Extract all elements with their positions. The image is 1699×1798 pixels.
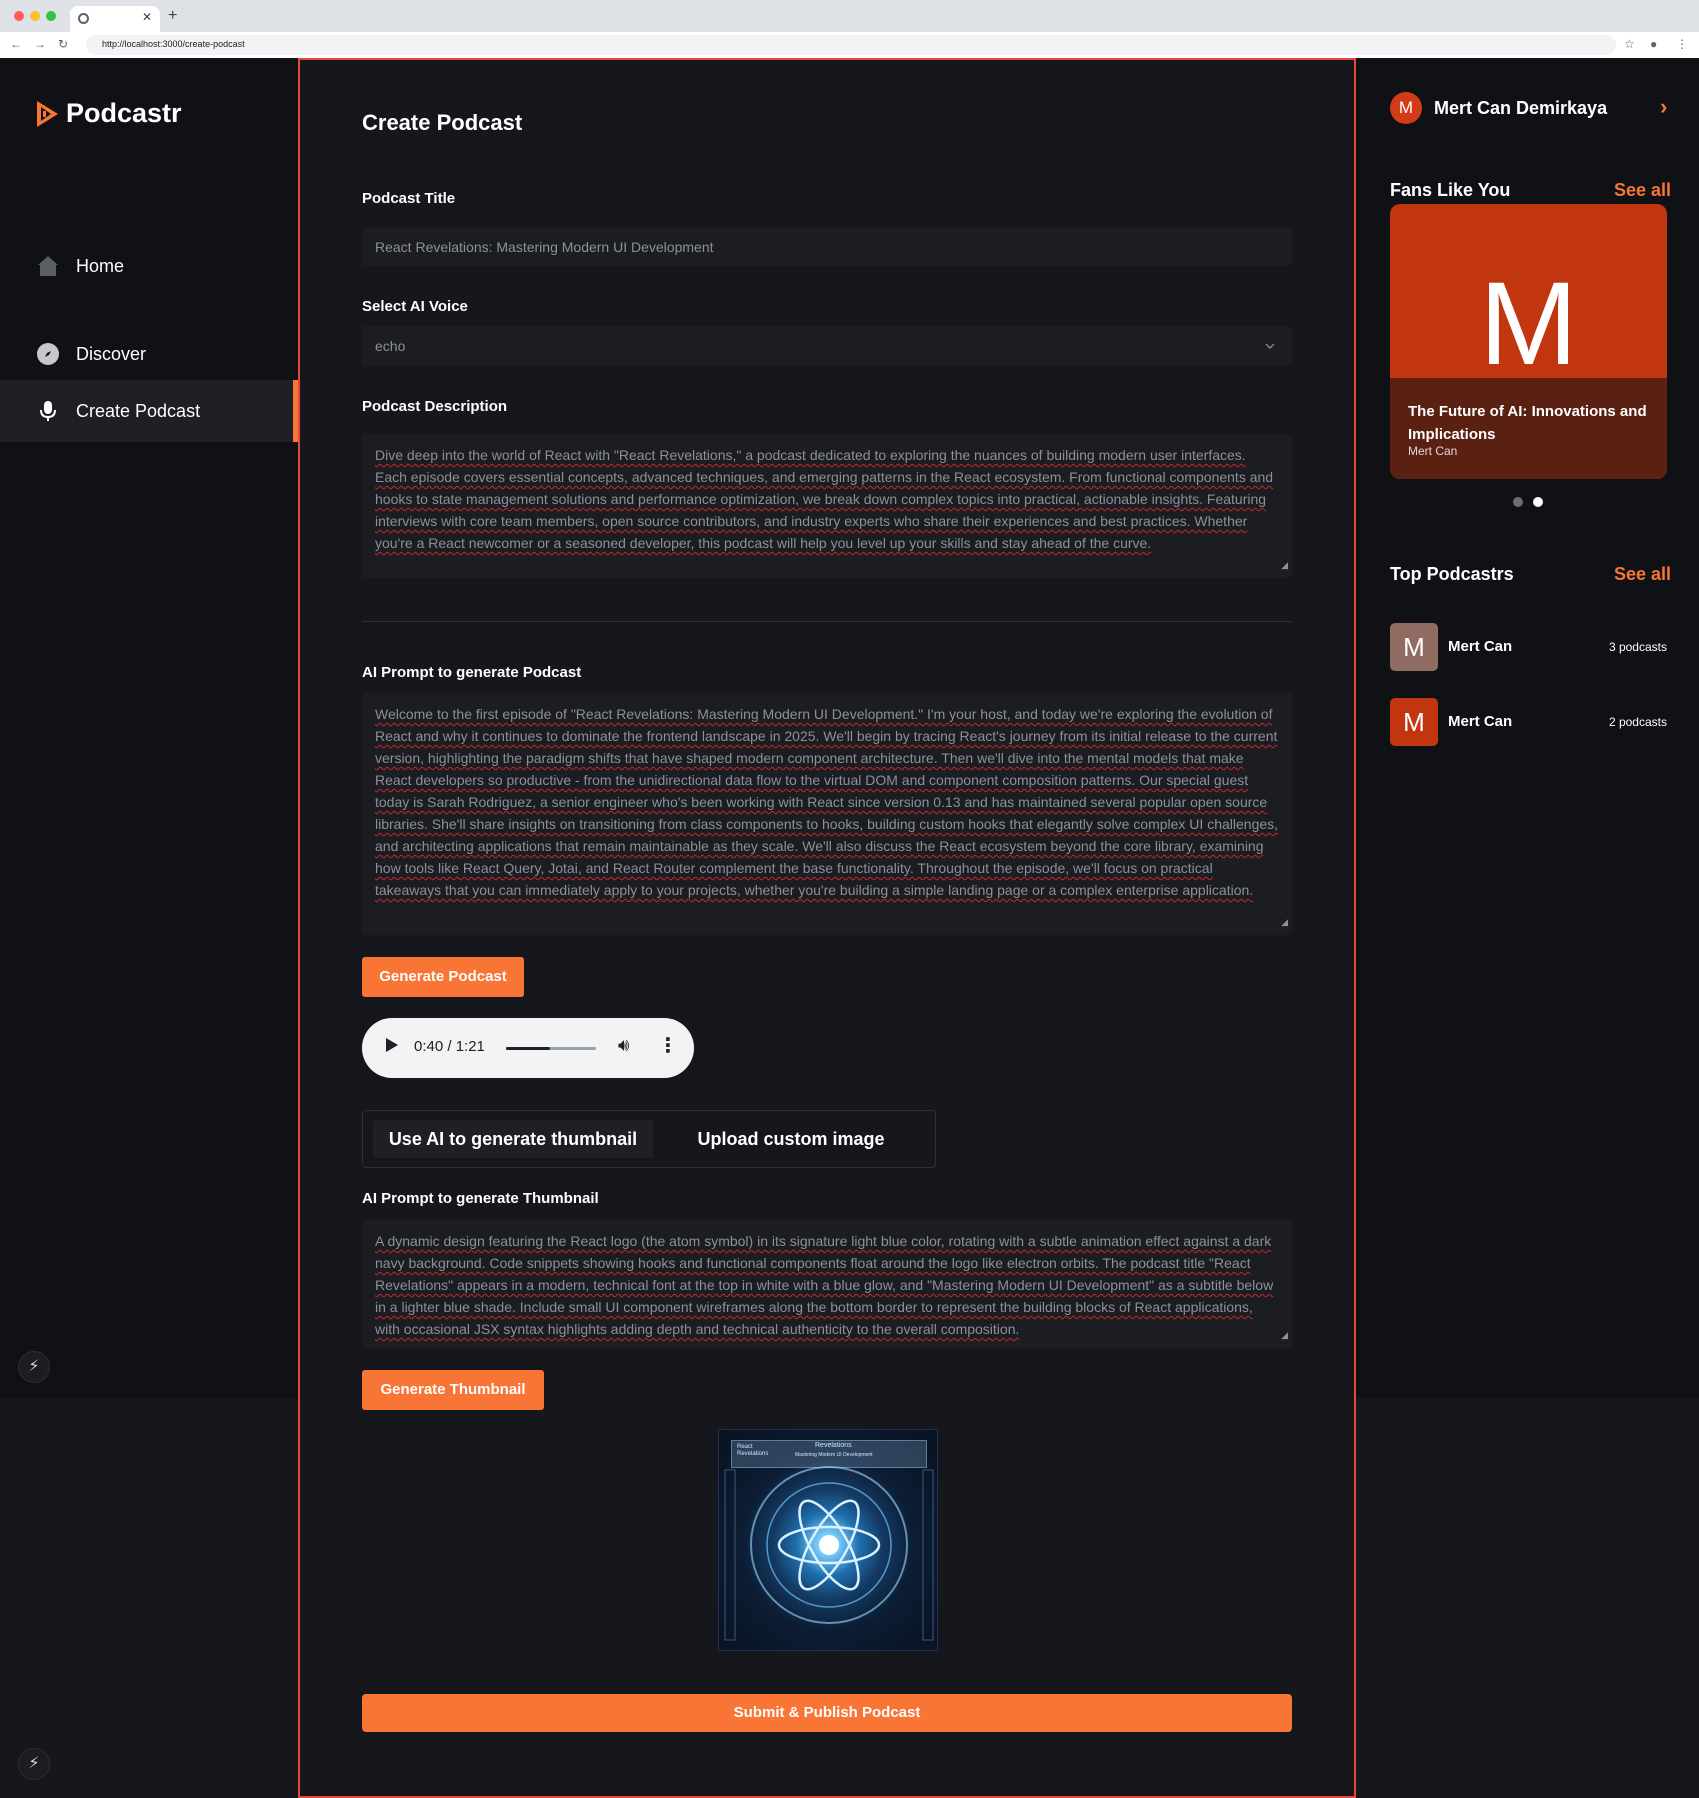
carousel-dot-1[interactable]: [1513, 497, 1523, 507]
voice-label: Select AI Voice: [362, 298, 468, 315]
podcaster-name: Mert Can: [1448, 713, 1513, 730]
browser-tab[interactable]: ✕: [70, 6, 160, 32]
profile-icon[interactable]: ●: [1650, 37, 1657, 51]
play-icon[interactable]: [386, 1038, 398, 1052]
sidebar-item-home[interactable]: Home: [0, 235, 298, 297]
microphone-icon: [40, 401, 56, 421]
fans-see-all-link[interactable]: See all: [1614, 180, 1671, 201]
browser-toolbar: ← → ↻ http://localhost:3000/create-podca…: [0, 32, 1699, 58]
fan-card-title: The Future of AI: Innovations and Implic…: [1408, 403, 1647, 443]
tab-upload-image[interactable]: Upload custom image: [661, 1120, 921, 1158]
browser-chrome: ✕ + ← → ↻ http://localhost:3000/create-p…: [0, 0, 1699, 58]
left-sidebar: Podcastr Home Discover Create Podcast ⚡: [0, 58, 298, 1398]
more-options-icon[interactable]: ⋮: [658, 1033, 678, 1058]
url-text: http://localhost:3000/create-podcast: [102, 39, 245, 49]
avatar: M: [1390, 698, 1438, 746]
react-atom-icon: [724, 1466, 934, 1641]
voice-select[interactable]: echo: [362, 326, 1292, 366]
audio-time: 0:40 / 1:21: [414, 1038, 485, 1055]
sidebar-item-discover[interactable]: Discover: [0, 323, 298, 385]
podcastr-logo-icon: [37, 100, 58, 127]
maximize-window-button[interactable]: [46, 11, 56, 21]
description-textarea[interactable]: Dive deep into the world of React with "…: [362, 434, 1292, 578]
fan-card-overlay: The Future of AI: Innovations and Implic…: [1390, 378, 1667, 479]
user-profile-link[interactable]: M Mert Can Demirkaya ›: [1390, 92, 1670, 124]
resize-handle-icon[interactable]: ◢: [1281, 911, 1288, 933]
logo-text: Podcastr: [66, 98, 182, 128]
fan-podcast-card[interactable]: M The Future of AI: Innovations and Impl…: [1390, 204, 1667, 479]
resize-handle-icon[interactable]: ◢: [1281, 554, 1288, 576]
lightning-icon[interactable]: ⚡: [18, 1351, 50, 1383]
sidebar-item-label: Home: [76, 255, 125, 276]
chevron-right-icon[interactable]: ›: [1660, 94, 1667, 120]
audio-progress-slider[interactable]: [506, 1047, 596, 1050]
reload-icon[interactable]: ↻: [58, 37, 68, 51]
generate-podcast-button[interactable]: Generate Podcast: [362, 957, 524, 997]
close-tab-icon[interactable]: ✕: [142, 10, 152, 24]
submit-publish-button[interactable]: Submit & Publish Podcast: [362, 1694, 1292, 1732]
carousel-dot-2[interactable]: [1533, 497, 1543, 507]
bookmark-star-icon[interactable]: ☆: [1624, 37, 1635, 51]
sidebar-item-create-podcast[interactable]: Create Podcast: [0, 380, 298, 442]
podcast-title-input[interactable]: React Revelations: Mastering Modern UI D…: [362, 228, 1292, 266]
sidebar-item-label: Create Podcast: [76, 400, 201, 421]
tab-ai-thumbnail[interactable]: Use AI to generate thumbnail: [373, 1120, 653, 1158]
right-sidebar: M Mert Can Demirkaya › Fans Like You See…: [1356, 58, 1699, 1398]
podcast-title-label: Podcast Title: [362, 190, 456, 207]
avatar: M: [1390, 623, 1438, 671]
minimize-window-button[interactable]: [30, 11, 40, 21]
new-tab-button[interactable]: +: [168, 7, 177, 25]
volume-icon[interactable]: 🔊︎: [618, 1035, 629, 1056]
ai-prompt-label: AI Prompt to generate Podcast: [362, 664, 582, 681]
section-divider: [362, 621, 1292, 622]
browser-menu-icon[interactable]: ⋮: [1676, 37, 1688, 51]
fan-card-author: Mert Can: [1408, 444, 1458, 458]
thumbnail-prompt-text: A dynamic design featuring the React log…: [375, 1233, 1274, 1337]
generate-thumbnail-button[interactable]: Generate Thumbnail: [362, 1370, 544, 1410]
tab-strip: ✕ +: [0, 0, 1699, 32]
audio-player: 0:40 / 1:21 🔊︎ ⋮: [362, 1018, 694, 1078]
thumbnail-prompt-label: AI Prompt to generate Thumbnail: [362, 1190, 599, 1207]
logo[interactable]: Podcastr: [34, 98, 182, 129]
compass-icon: [37, 343, 59, 365]
voice-select-value: echo: [375, 338, 406, 354]
ai-prompt-textarea[interactable]: Welcome to the first episode of "React R…: [362, 693, 1292, 935]
close-window-button[interactable]: [14, 11, 24, 21]
podcaster-name: Mert Can: [1448, 638, 1513, 655]
fan-card-letter: M: [1479, 258, 1578, 390]
top-podcastrs-title: Top Podcastrs: [1390, 564, 1514, 584]
page-title: Create Podcast: [362, 110, 523, 135]
thumbnail-tabs: Use AI to generate thumbnail Upload cust…: [362, 1110, 936, 1168]
audio-progress-fill: [506, 1047, 551, 1050]
ai-prompt-text: Welcome to the first episode of "React R…: [375, 706, 1279, 898]
description-label: Podcast Description: [362, 398, 508, 415]
back-icon[interactable]: ←: [10, 37, 22, 51]
sidebar-item-label: Discover: [76, 343, 147, 364]
address-bar[interactable]: http://localhost:3000/create-podcast: [86, 35, 1616, 55]
user-name: Mert Can Demirkaya: [1434, 98, 1608, 118]
top-podcaster-row[interactable]: M Mert Can 2 podcasts: [1390, 698, 1667, 746]
thumbnail-prompt-textarea[interactable]: A dynamic design featuring the React log…: [362, 1220, 1292, 1348]
app-root: Podcastr Home Discover Create Podcast ⚡: [0, 58, 1699, 1798]
chevron-down-icon: [1265, 343, 1275, 349]
forward-icon[interactable]: →: [34, 37, 46, 51]
podcast-count: 3 podcasts: [1608, 640, 1667, 654]
chrome-icon: [78, 13, 89, 24]
podcast-count: 2 podcasts: [1608, 715, 1667, 729]
avatar: M: [1390, 92, 1422, 124]
fans-like-you-title: Fans Like You: [1390, 180, 1511, 200]
lightning-icon-bottom[interactable]: ⚡: [18, 1748, 50, 1780]
top-see-all-link[interactable]: See all: [1614, 564, 1671, 585]
main-content: Create Podcast Podcast Title React Revel…: [298, 58, 1356, 1798]
top-podcaster-row[interactable]: M Mert Can 3 podcasts: [1390, 623, 1667, 671]
generated-thumbnail-image: React Revelations Revelations Mastering …: [718, 1429, 938, 1651]
resize-handle-icon[interactable]: ◢: [1281, 1324, 1288, 1346]
description-text: Dive deep into the world of React with "…: [375, 447, 1274, 551]
home-icon: [38, 256, 58, 276]
